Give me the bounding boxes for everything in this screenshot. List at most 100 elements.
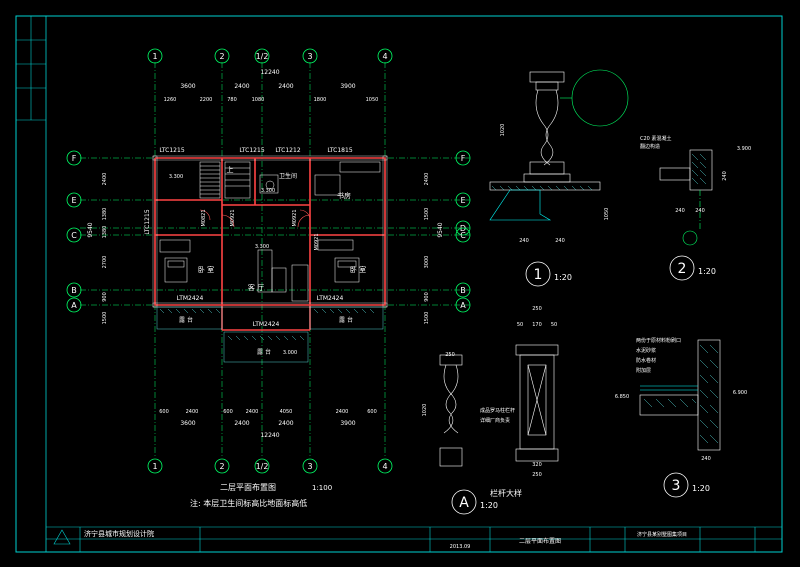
detail-a-dim: 250 <box>532 472 542 478</box>
detail-1-dim: 1020 <box>500 124 506 137</box>
dim-left-segment: 1500 <box>102 312 108 325</box>
detail-2-note: 翻边构造 <box>640 143 660 150</box>
column-axis-bubble-top-label: 4 <box>382 52 387 61</box>
dim-right-segment: 1500 <box>424 312 430 325</box>
detail-1-bubble-scale: 1:20 <box>554 273 572 282</box>
detail-a-bubble-scale: 1:20 <box>480 501 498 510</box>
detail-2-dim: 240 <box>722 171 728 181</box>
dim-top-total: 12240 <box>260 69 279 76</box>
room-living: 客 厅 <box>248 283 264 292</box>
dim-left-segment: 1380 <box>102 226 108 239</box>
dim-bottom-sub: 600 <box>367 409 377 415</box>
detail-a-dim: 50 <box>517 322 523 328</box>
dim-bottom-sub: 600 <box>159 409 169 415</box>
detail-a-dim: 1020 <box>422 404 428 417</box>
column-axis-bubble-bottom-label: 3 <box>307 462 312 471</box>
door-code: M0821 <box>201 209 207 226</box>
detail-a-dim: 170 <box>532 322 542 328</box>
detail-3-level: 6.850 <box>615 394 629 400</box>
column-axis-bubble-top-label: 3 <box>307 52 312 61</box>
detail-2-dim: 240 <box>695 208 705 214</box>
dim-top-sub: 1800 <box>314 97 327 103</box>
detail-3-note: 两份于原材料粉刷口 <box>636 337 681 344</box>
row-axis-bubble-left-label: A <box>71 301 77 310</box>
detail-a-bubble-title: 栏杆大样 <box>490 488 522 498</box>
dim-bottom-sub: 2400 <box>246 409 259 415</box>
dim-top-segment: 3900 <box>340 83 355 90</box>
column-axis-bubble-top: 1/2 <box>254 48 270 64</box>
dim-top-sub: 2200 <box>200 97 213 103</box>
detail-a-dim: 50 <box>551 322 557 328</box>
dim-bottom-segment: 2400 <box>234 420 249 427</box>
door-tag: LTM2424 <box>317 295 344 302</box>
room-balcony-front: 露 台 <box>257 348 271 356</box>
dim-top-sub: 1260 <box>164 97 177 103</box>
plan-title: 二层平面布置图 <box>220 482 276 492</box>
plan-scale: 1:100 <box>312 484 332 492</box>
dim-bottom-sub: 2400 <box>336 409 349 415</box>
dim-top-segment: 2400 <box>234 83 249 90</box>
dim-right-segment: 3000 <box>424 256 430 269</box>
dim-top-sub: 1050 <box>366 97 379 103</box>
detail-a-bubble-number: A <box>459 495 469 511</box>
level-mark: 3.300 <box>255 244 269 250</box>
detail-3-note: 水泥砂浆 <box>636 347 656 354</box>
detail-a-note: 成品罗马柱栏杆 <box>480 407 515 414</box>
dim-left-segment: 2700 <box>102 256 108 269</box>
detail-2-dim: 240 <box>675 208 685 214</box>
door-code: M0921 <box>292 209 298 226</box>
column-axis-bubble-top-label: 1/2 <box>256 52 269 61</box>
detail-2-bubble-number: 2 <box>678 261 687 277</box>
detail-3-level: 6.900 <box>733 390 747 396</box>
door-tag: LTM2424 <box>253 321 280 328</box>
detail-3-note: 附加层 <box>636 367 651 374</box>
dim-bottom-sub: 2400 <box>186 409 199 415</box>
dim-top-sub: 1080 <box>252 97 265 103</box>
dim-left-total: 9540 <box>87 222 94 237</box>
column-axis-bubble-bottom-label: 4 <box>382 462 387 471</box>
row-axis-bubble-right-label: C <box>460 231 466 240</box>
column-axis-bubble-top-label: 1 <box>152 52 157 61</box>
window-tag: LTC1215 <box>239 147 264 154</box>
dim-bottom-sub: 4050 <box>280 409 293 415</box>
plan-note: 注: 本层卫生间标高比地面标高低 <box>190 498 307 508</box>
detail-1-dim: 240 <box>519 238 529 244</box>
title-block-date: 2013.09 <box>450 544 471 550</box>
detail-2-bubble-scale: 1:20 <box>698 267 716 276</box>
dim-right-segment: 2400 <box>424 173 430 186</box>
detail-3-dim: 240 <box>701 456 711 462</box>
row-axis-bubble-right-label: B <box>460 286 466 295</box>
detail-a-note: 详细厂商负责 <box>480 417 510 424</box>
row-axis-bubble-left-label: C <box>71 231 77 240</box>
title-block-drawing-name: 二层平面布置图 <box>519 537 561 545</box>
door-code: M0921 <box>314 233 320 250</box>
room-wc: 卫生间 <box>279 172 297 180</box>
level-mark: 3.300 <box>261 188 275 194</box>
detail-3-bubble-scale: 1:20 <box>692 484 710 493</box>
level-mark: 3.300 <box>169 174 183 180</box>
title-block-project: 济宁县某别墅图集项目 <box>637 531 687 538</box>
dim-bottom-segment: 3900 <box>340 420 355 427</box>
detail-3-bubble-number: 3 <box>672 478 681 494</box>
dim-right-total: 9540 <box>437 222 444 237</box>
dim-bottom-sub: 600 <box>223 409 233 415</box>
detail-1-bubble-number: 1 <box>534 267 543 283</box>
row-axis-bubble-right-label: F <box>461 154 466 163</box>
detail-2-note: C20 素混凝土 <box>640 135 671 142</box>
dim-left-segment: 900 <box>102 292 108 302</box>
detail-a-dim: 250 <box>445 352 455 358</box>
dim-left-segment: 2400 <box>102 173 108 186</box>
room-balcony-left: 露 台 <box>179 316 193 324</box>
detail-2-level: 3.900 <box>737 146 751 152</box>
dim-right-segment: 1500 <box>424 208 430 221</box>
window-tag: LTC1212 <box>275 147 300 154</box>
row-axis-bubble-right-label: E <box>460 196 465 205</box>
room-bedroom-left: 卧 室 <box>198 265 214 274</box>
detail-1-dim: 240 <box>555 238 565 244</box>
detail-a-dim: 320 <box>532 462 542 468</box>
room-balcony-right: 露 台 <box>339 316 353 324</box>
detail-1-dim: 1050 <box>604 208 610 221</box>
dim-right-segment: 900 <box>424 292 430 302</box>
row-axis-bubble-left-label: B <box>71 286 77 295</box>
detail-a-dim: 250 <box>532 306 542 312</box>
